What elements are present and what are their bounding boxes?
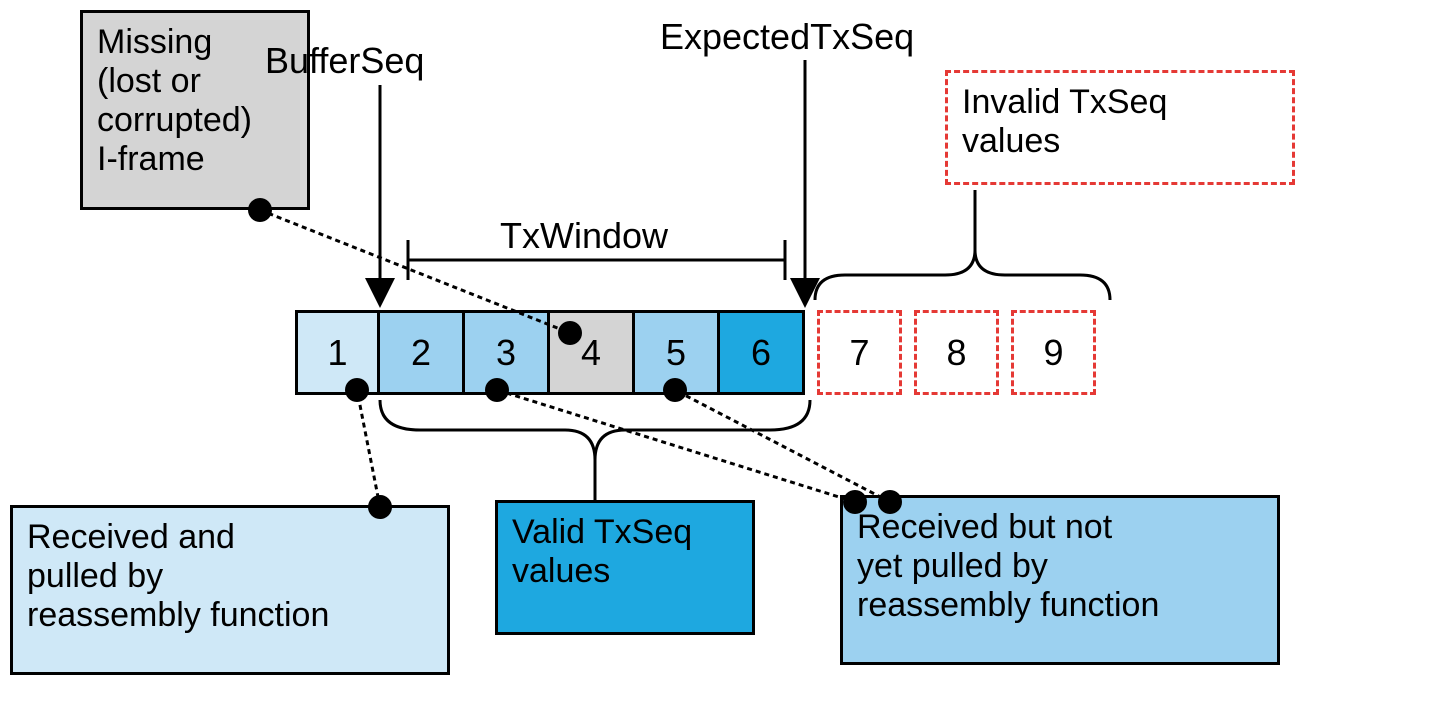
line-notpulled-to-5 — [675, 390, 890, 502]
line-notpulled-to-3 — [497, 390, 855, 502]
cell-5-label: 5 — [666, 332, 686, 374]
cell-4: 4 — [550, 310, 635, 395]
cell-5: 5 — [635, 310, 720, 395]
cell-3-label: 3 — [496, 332, 516, 374]
box-invalid-text: Invalid TxSeqvalues — [962, 83, 1167, 160]
line-pulled-to-1 — [357, 390, 380, 507]
sequence-row: 1 2 3 4 5 6 7 8 9 — [295, 310, 1096, 395]
cell-1-label: 1 — [327, 332, 347, 374]
cell-3: 3 — [465, 310, 550, 395]
cell-1: 1 — [295, 310, 380, 395]
label-expected: ExpectedTxSeq — [660, 16, 914, 58]
cell-2-label: 2 — [411, 332, 431, 374]
cell-9: 9 — [1011, 310, 1096, 395]
cell-2: 2 — [380, 310, 465, 395]
cell-7-label: 7 — [849, 332, 869, 374]
diagram-root: 1 2 3 4 5 6 7 8 9 Missing(lost orcorrupt… — [0, 0, 1433, 705]
label-txwindow: TxWindow — [500, 215, 668, 257]
label-bufferseq: BufferSeq — [265, 40, 424, 82]
cell-4-label: 4 — [581, 332, 601, 374]
cell-6: 6 — [720, 310, 805, 395]
box-received-notpulled: Received but notyet pulled byreassembly … — [840, 495, 1280, 665]
box-valid-text: Valid TxSeqvalues — [512, 513, 692, 590]
box-missing-text: Missing(lost orcorrupted)I-frame — [97, 23, 252, 178]
box-invalid-txseq: Invalid TxSeqvalues — [945, 70, 1295, 185]
brace-valid — [380, 400, 810, 460]
box-valid-txseq: Valid TxSeqvalues — [495, 500, 755, 635]
cell-8: 8 — [914, 310, 999, 395]
cell-9-label: 9 — [1043, 332, 1063, 374]
brace-invalid — [815, 250, 1110, 300]
box-received-pulled: Received andpulled byreassembly function — [10, 505, 450, 675]
box-received-notpulled-text: Received but notyet pulled byreassembly … — [857, 508, 1159, 624]
cell-7: 7 — [817, 310, 902, 395]
cell-6-label: 6 — [751, 332, 771, 374]
cell-8-label: 8 — [946, 332, 966, 374]
box-received-pulled-text: Received andpulled byreassembly function — [27, 518, 329, 634]
